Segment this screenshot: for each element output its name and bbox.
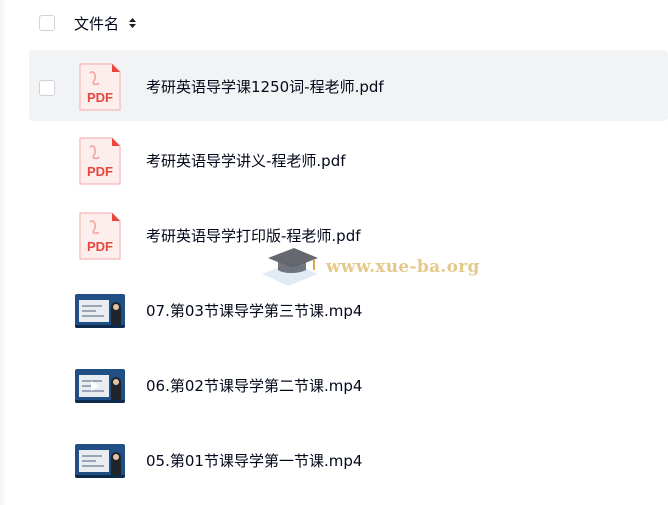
sort-icon[interactable] xyxy=(128,15,137,31)
file-name[interactable]: 考研英语导学打印版-程老师.pdf xyxy=(146,225,361,246)
pdf-icon-label: PDF xyxy=(87,164,113,179)
file-row[interactable]: 06.第02节课导学第二节课.mp4 xyxy=(29,349,668,420)
pdf-icon: PDF xyxy=(79,137,121,185)
filename-column-header[interactable]: 文件名 xyxy=(74,13,119,34)
file-name[interactable]: 06.第02节课导学第二节课.mp4 xyxy=(146,375,362,396)
pdf-icon: PDF xyxy=(79,212,121,260)
pdf-icon-label: PDF xyxy=(87,239,113,254)
file-row[interactable]: PDF 考研英语导学打印版-程老师.pdf xyxy=(29,199,668,270)
video-thumbnail xyxy=(75,294,125,328)
pdf-icon-label: PDF xyxy=(87,90,113,105)
file-row[interactable]: 07.第03节课导学第三节课.mp4 xyxy=(29,274,668,345)
file-row[interactable]: PDF 考研英语导学课1250词-程老师.pdf xyxy=(29,50,668,121)
file-name[interactable]: 05.第01节课导学第一节课.mp4 xyxy=(146,450,362,471)
select-all-checkbox[interactable] xyxy=(39,15,55,31)
row-checkbox[interactable] xyxy=(39,80,55,96)
pdf-icon: PDF xyxy=(79,63,121,111)
play-icon xyxy=(91,381,99,391)
file-name[interactable]: 07.第03节课导学第三节课.mp4 xyxy=(146,300,362,321)
left-panel-edge xyxy=(0,0,6,505)
file-list-header: 文件名 xyxy=(0,0,668,46)
file-name[interactable]: 考研英语导学讲义-程老师.pdf xyxy=(146,150,346,171)
video-thumbnail xyxy=(75,369,125,403)
file-row[interactable]: PDF 考研英语导学讲义-程老师.pdf xyxy=(29,124,668,195)
file-name[interactable]: 考研英语导学课1250词-程老师.pdf xyxy=(146,76,384,97)
video-thumbnail xyxy=(75,444,125,478)
file-row[interactable]: 05.第01节课导学第一节课.mp4 xyxy=(29,424,668,495)
